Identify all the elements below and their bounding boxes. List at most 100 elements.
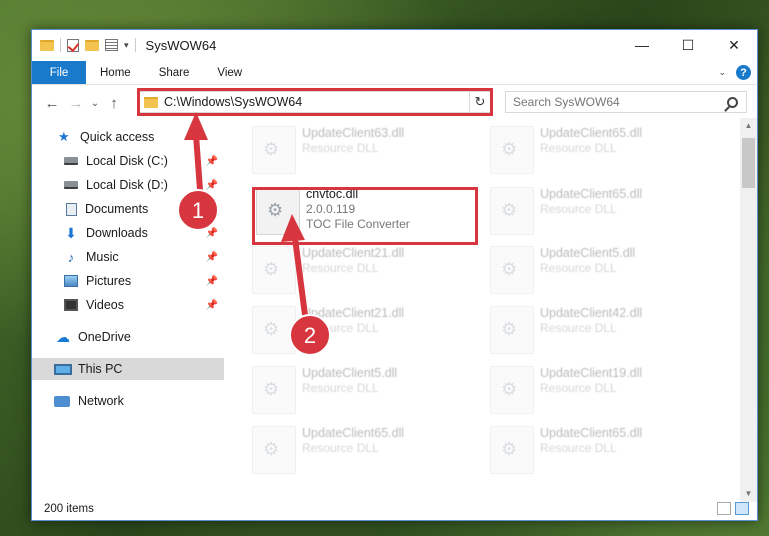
pin-icon[interactable]: 📌 [206, 156, 218, 167]
sidebar-item-documents[interactable]: Documents 📌 [32, 198, 224, 220]
sidebar-item-network[interactable]: Network [32, 390, 224, 412]
quick-access-toolbar: ▾ [32, 38, 136, 52]
sidebar-item-videos[interactable]: Videos 📌 [32, 294, 224, 316]
file-name: UpdateClient63.dll [302, 126, 405, 140]
search-box[interactable] [505, 91, 747, 113]
computer-monitor-icon [54, 363, 72, 375]
list-item[interactable]: UpdateClient63.dllResource DLL [252, 126, 482, 182]
ribbon-tabs: File Home Share View ⌄ ? [32, 61, 757, 85]
pin-icon[interactable]: 📌 [206, 252, 218, 263]
ribbon-right: ⌄ ? [718, 61, 757, 84]
vertical-scrollbar[interactable]: ▲ ▼ [740, 118, 757, 502]
search-input[interactable] [513, 95, 727, 109]
sidebar-item-downloads[interactable]: ⬇ Downloads 📌 [32, 222, 224, 244]
toolbar-divider [60, 38, 61, 52]
maximize-button[interactable]: ☐ [665, 30, 711, 60]
tab-file[interactable]: File [32, 61, 86, 84]
sidebar-item-label: OneDrive [78, 330, 131, 344]
navigation-row: ← → ⌄ ↑ C:\Windows\SysWOW64 ⌄ ↻ [32, 88, 757, 118]
pin-icon[interactable]: 📌 [206, 300, 218, 311]
file-type: Resource DLL [540, 321, 617, 335]
list-item[interactable]: UpdateClient42.dllResource DLL [490, 306, 720, 362]
minimize-button[interactable]: — [619, 30, 665, 60]
sidebar-item-pictures[interactable]: Pictures 📌 [32, 270, 224, 292]
dll-file-icon [252, 426, 296, 474]
status-bar: 200 items [32, 498, 757, 520]
tab-home[interactable]: Home [86, 61, 145, 84]
title-bar: ▾ SysWOW64 — ☐ ✕ [32, 30, 757, 60]
folder-icon [40, 39, 54, 51]
sidebar-item-quick-access[interactable]: ★ Quick access [32, 126, 224, 148]
file-name: UpdateClient21.dll [302, 246, 405, 260]
list-item[interactable]: UpdateClient65.dllResource DLL [252, 426, 482, 482]
expand-ribbon-chevron-icon[interactable]: ⌄ [718, 67, 726, 78]
list-item[interactable]: UpdateClient5.dllResource DLL [252, 366, 482, 422]
help-icon[interactable]: ? [736, 65, 751, 80]
file-type: Resource DLL [302, 381, 379, 395]
list-item[interactable]: UpdateClient65.dllResource DLL [490, 426, 720, 482]
list-item[interactable]: UpdateClient65.dllResource DLL [490, 126, 720, 182]
film-icon [64, 299, 78, 311]
large-icons-view-icon[interactable] [735, 502, 749, 515]
tab-share[interactable]: Share [145, 61, 204, 84]
dll-file-icon [490, 246, 534, 294]
network-icon [54, 395, 70, 407]
sidebar-item-onedrive[interactable]: ☁ OneDrive [32, 326, 224, 348]
sidebar-item-this-pc[interactable]: This PC [32, 358, 224, 380]
list-item[interactable]: UpdateClient19.dllResource DLL [490, 366, 720, 422]
sidebar-item-label: Local Disk (D:) [86, 178, 168, 192]
file-type: Resource DLL [540, 381, 617, 395]
properties-check-icon[interactable] [67, 38, 79, 52]
explorer-window: ▾ SysWOW64 — ☐ ✕ File Home Share View ⌄ … [31, 29, 758, 521]
pin-icon[interactable]: 📌 [206, 276, 218, 287]
file-name: UpdateClient65.dll [540, 426, 643, 440]
file-list: UpdateClient63.dllResource DLL UpdateCli… [228, 120, 742, 500]
window-title: SysWOW64 [145, 37, 217, 53]
sidebar-item-label: Documents [85, 202, 149, 216]
file-type: Resource DLL [540, 141, 617, 155]
cloud-icon: ☁ [56, 328, 70, 345]
search-icon[interactable] [727, 96, 738, 108]
dll-file-icon [490, 306, 534, 354]
file-name: UpdateClient65.dll [540, 187, 643, 201]
dll-file-icon [252, 306, 296, 354]
sidebar-item-local-disk-c[interactable]: Local Disk (C:) 📌 [32, 150, 224, 172]
back-button[interactable]: ← [40, 95, 64, 112]
list-item[interactable]: UpdateClient5.dllResource DLL [490, 246, 720, 302]
sidebar-item-local-disk-d[interactable]: Local Disk (D:) 📌 [32, 174, 224, 196]
file-type: Resource DLL [540, 441, 617, 455]
up-button[interactable]: ↑ [102, 95, 126, 112]
sidebar-item-music[interactable]: ♪ Music 📌 [32, 246, 224, 268]
forward-button[interactable]: → [64, 95, 88, 112]
dll-file-icon [490, 126, 534, 174]
dll-file-icon [252, 366, 296, 414]
pin-icon[interactable]: 📌 [206, 204, 218, 215]
hard-drive-icon [64, 157, 78, 165]
file-name: UpdateClient5.dll [540, 246, 636, 260]
properties-icon[interactable] [105, 39, 118, 51]
file-type: Resource DLL [302, 261, 379, 275]
list-item[interactable]: UpdateClient21.dllResource DLL [252, 306, 482, 362]
item-count: 200 items [44, 503, 94, 515]
pin-icon[interactable]: 📌 [206, 180, 218, 191]
file-type: Resource DLL [540, 261, 617, 275]
scroll-up-arrow-icon[interactable]: ▲ [740, 118, 757, 134]
customize-toolbar-chevron-icon[interactable]: ▾ [124, 40, 129, 51]
hard-drive-icon [64, 181, 78, 189]
sidebar-item-label: Music [86, 250, 119, 264]
dll-file-icon [490, 187, 534, 235]
download-arrow-icon: ⬇ [65, 224, 77, 241]
list-item[interactable]: UpdateClient21.dllResource DLL [252, 246, 482, 302]
sidebar-item-label: Videos [86, 298, 124, 312]
tab-view[interactable]: View [203, 61, 256, 84]
details-view-icon[interactable] [717, 502, 731, 515]
pin-icon[interactable]: 📌 [206, 228, 218, 239]
scrollbar-thumb[interactable] [742, 138, 755, 188]
new-folder-icon[interactable] [85, 39, 99, 51]
dll-file-icon [490, 366, 534, 414]
list-item[interactable]: UpdateClient65.dllResource DLL [490, 187, 720, 243]
close-button[interactable]: ✕ [711, 30, 757, 60]
annotation-highlight-address [137, 88, 493, 116]
sidebar-item-label: Quick access [80, 130, 155, 144]
recent-locations-chevron-icon[interactable]: ⌄ [88, 98, 102, 109]
